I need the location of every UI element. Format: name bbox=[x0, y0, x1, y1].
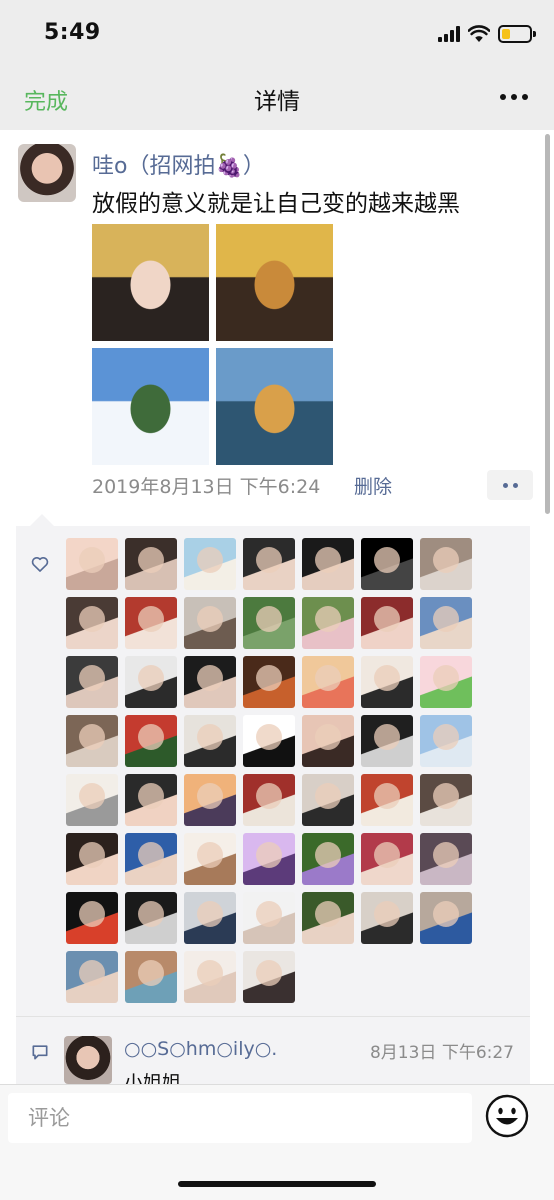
comment-time: 8月13日 下午6:27 bbox=[369, 1043, 514, 1063]
page-title: 详情 bbox=[254, 89, 300, 115]
liker-avatar[interactable] bbox=[243, 597, 295, 649]
liker-avatar[interactable] bbox=[125, 597, 177, 649]
liker-avatar[interactable] bbox=[243, 656, 295, 708]
liker-avatar[interactable] bbox=[361, 597, 413, 649]
liker-avatar[interactable] bbox=[243, 833, 295, 885]
comment-icon bbox=[32, 1045, 48, 1060]
liker-avatar[interactable] bbox=[184, 892, 236, 944]
status-bar: 5:49 bbox=[0, 0, 554, 64]
comment-author-name[interactable]: ○○S○hm○ily○. bbox=[124, 1038, 277, 1060]
liker-avatar[interactable] bbox=[302, 597, 354, 649]
liker-avatar[interactable] bbox=[361, 774, 413, 826]
post-author-avatar[interactable] bbox=[18, 144, 76, 202]
liker-avatar[interactable] bbox=[243, 774, 295, 826]
liker-avatar[interactable] bbox=[125, 951, 177, 1003]
liker-avatar[interactable] bbox=[420, 892, 472, 944]
liker-avatar[interactable] bbox=[184, 538, 236, 590]
battery-level bbox=[502, 29, 510, 39]
liker-avatar[interactable] bbox=[302, 538, 354, 590]
nav-bar: 完成 详情 bbox=[0, 64, 554, 130]
likes-pointer bbox=[30, 514, 54, 526]
wifi-icon bbox=[468, 25, 490, 42]
liker-avatar[interactable] bbox=[125, 538, 177, 590]
comment-input[interactable] bbox=[8, 1093, 472, 1143]
liker-avatar[interactable] bbox=[420, 538, 472, 590]
photo-grid bbox=[92, 224, 334, 465]
heart-icon bbox=[31, 556, 49, 572]
liker-avatar[interactable] bbox=[243, 715, 295, 767]
emoji-smile-icon[interactable] bbox=[484, 1093, 530, 1139]
liker-avatar[interactable] bbox=[243, 538, 295, 590]
liker-avatar[interactable] bbox=[302, 715, 354, 767]
liker-avatar[interactable] bbox=[302, 833, 354, 885]
scrollbar[interactable] bbox=[545, 134, 550, 514]
liker-avatar[interactable] bbox=[125, 715, 177, 767]
liker-avatar[interactable] bbox=[361, 656, 413, 708]
liker-avatar[interactable] bbox=[66, 538, 118, 590]
liker-avatar[interactable] bbox=[184, 774, 236, 826]
liker-avatar[interactable] bbox=[125, 892, 177, 944]
post-timestamp: 2019年8月13日 下午6:24 bbox=[92, 476, 321, 498]
liker-avatar[interactable] bbox=[184, 833, 236, 885]
liker-avatar[interactable] bbox=[243, 951, 295, 1003]
comment-text: 小姐姐 bbox=[124, 1072, 182, 1084]
post-photo[interactable] bbox=[216, 348, 333, 465]
liker-avatar[interactable] bbox=[66, 951, 118, 1003]
status-time: 5:49 bbox=[44, 20, 101, 45]
post-text: 放假的意义就是让自己变的越来越黑 bbox=[92, 191, 460, 217]
liker-avatar[interactable] bbox=[243, 892, 295, 944]
comment-author-avatar[interactable] bbox=[64, 1036, 112, 1084]
post-photo[interactable] bbox=[92, 224, 209, 341]
liker-avatar[interactable] bbox=[302, 892, 354, 944]
liker-avatar[interactable] bbox=[66, 833, 118, 885]
liker-avatar[interactable] bbox=[361, 715, 413, 767]
liker-avatar[interactable] bbox=[66, 892, 118, 944]
delete-link[interactable]: 删除 bbox=[354, 472, 392, 499]
liker-avatar[interactable] bbox=[184, 951, 236, 1003]
liker-avatar[interactable] bbox=[184, 715, 236, 767]
liker-avatar[interactable] bbox=[125, 656, 177, 708]
liker-avatar[interactable] bbox=[125, 774, 177, 826]
liker-avatar[interactable] bbox=[420, 833, 472, 885]
post-action-button[interactable] bbox=[487, 470, 533, 500]
liker-avatar[interactable] bbox=[125, 833, 177, 885]
liker-avatar[interactable] bbox=[361, 538, 413, 590]
liker-avatar[interactable] bbox=[361, 833, 413, 885]
battery-icon bbox=[498, 25, 536, 43]
liker-avatar[interactable] bbox=[420, 715, 472, 767]
liker-avatar[interactable] bbox=[66, 774, 118, 826]
likers-grid bbox=[66, 538, 478, 1003]
liker-avatar[interactable] bbox=[420, 656, 472, 708]
liker-avatar[interactable] bbox=[302, 656, 354, 708]
liker-avatar[interactable] bbox=[184, 597, 236, 649]
post-author-name[interactable]: 哇o（招网拍🍇） bbox=[92, 148, 265, 180]
liker-avatar[interactable] bbox=[361, 892, 413, 944]
post-photo[interactable] bbox=[216, 224, 333, 341]
comment-input-bar bbox=[0, 1084, 554, 1200]
liker-avatar[interactable] bbox=[184, 656, 236, 708]
liker-avatar[interactable] bbox=[66, 656, 118, 708]
status-icons bbox=[438, 22, 536, 46]
more-dots-icon[interactable] bbox=[500, 94, 528, 100]
liker-avatar[interactable] bbox=[66, 715, 118, 767]
post-photo[interactable] bbox=[92, 348, 209, 465]
moment-detail: 哇o（招网拍🍇） 放假的意义就是让自己变的越来越黑 2019年8月13日 下午6… bbox=[0, 130, 554, 1084]
liker-avatar[interactable] bbox=[302, 774, 354, 826]
home-indicator bbox=[178, 1181, 376, 1187]
cellular-signal-icon bbox=[438, 26, 460, 42]
liker-avatar[interactable] bbox=[420, 774, 472, 826]
liker-avatar[interactable] bbox=[66, 597, 118, 649]
liker-avatar[interactable] bbox=[420, 597, 472, 649]
